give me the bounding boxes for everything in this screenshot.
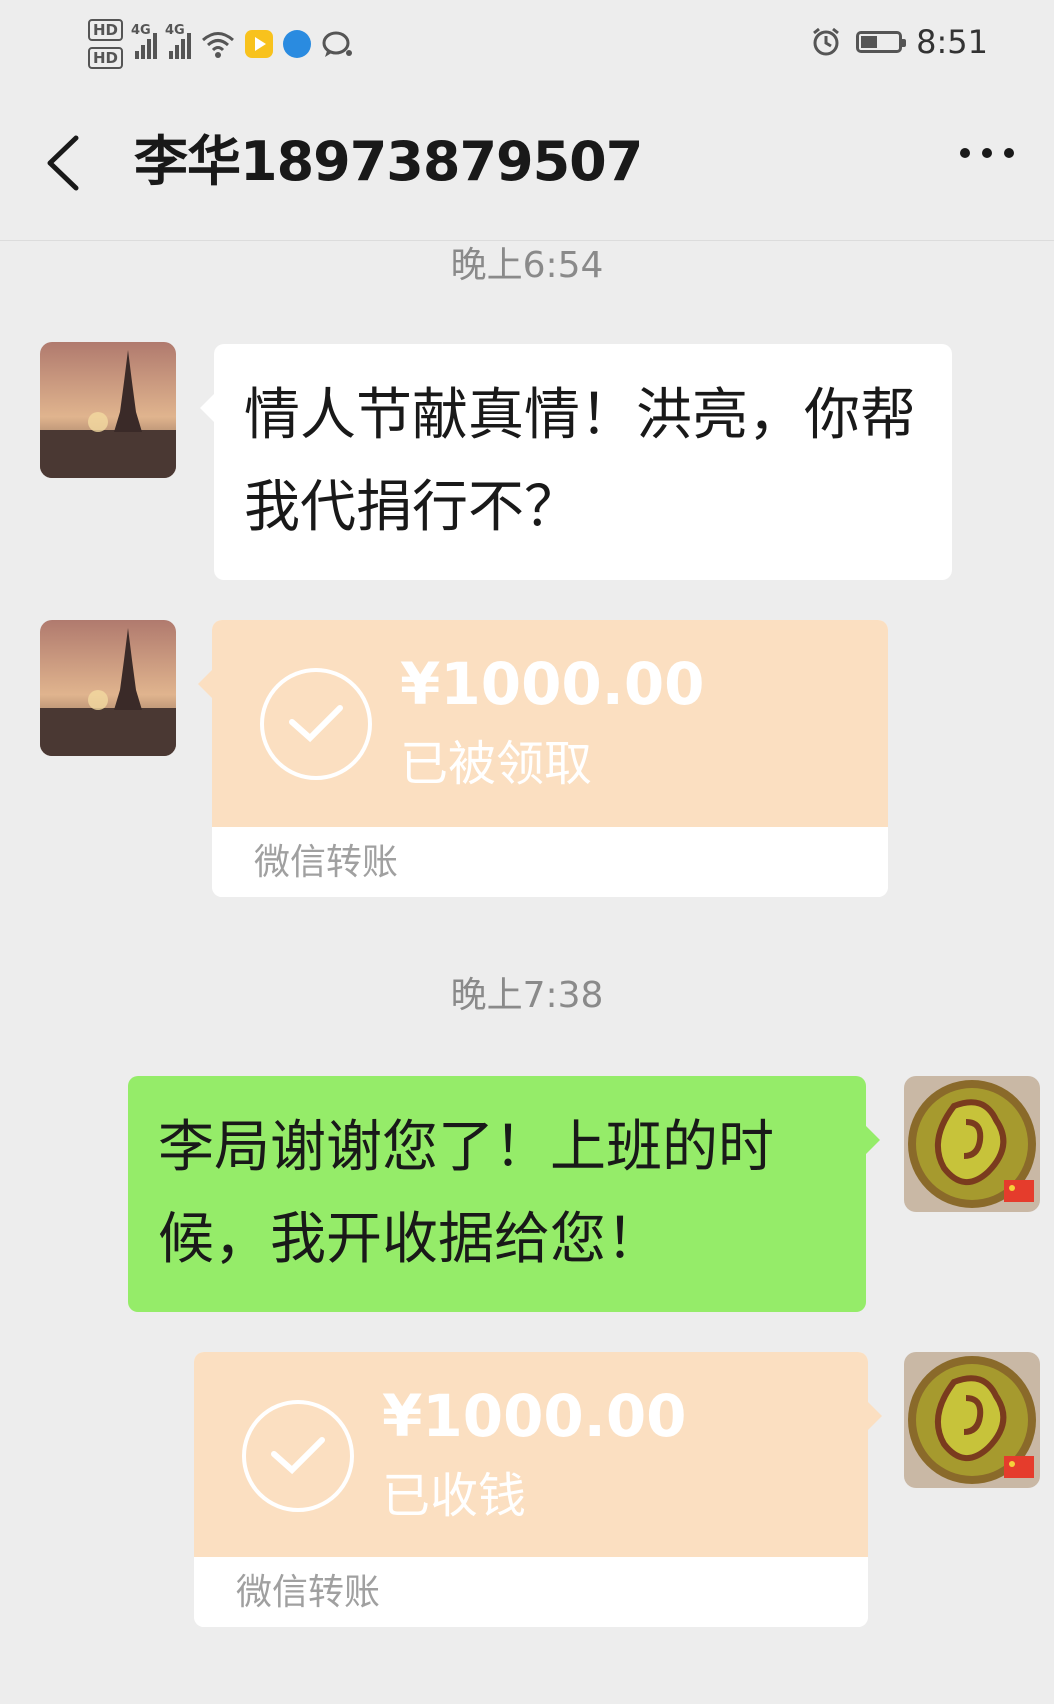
hd-indicator: HD HD [88, 19, 124, 69]
battery-icon [856, 31, 907, 53]
signal-icon: 4G [165, 23, 192, 59]
transfer-status: 已收钱 [382, 1468, 527, 1524]
transfer-card[interactable]: ¥1000.00 已收钱 微信转账 [194, 1352, 882, 1627]
contact-avatar[interactable] [40, 342, 176, 478]
chevron-left-icon [47, 135, 79, 191]
hd-icon: HD [88, 19, 124, 41]
status-bar: HD HD 4G 4G 8:51 [0, 0, 1054, 84]
transfer-footer: 微信转账 [194, 1559, 868, 1627]
video-app-icon [245, 30, 274, 58]
chat-notification-icon [322, 31, 353, 57]
message-text: 李局谢谢您了！上班的时候，我开收据给您！ [158, 1115, 774, 1272]
message-text: 情人节献真情！洪亮，你帮我代捐行不？ [244, 383, 916, 540]
status-time: 8:51 [916, 23, 988, 61]
check-circle-icon [260, 668, 372, 780]
transfer-amount: ¥1000.00 [400, 650, 705, 718]
chat-title: 李华18973879507 [134, 130, 643, 193]
contact-avatar[interactable] [40, 620, 176, 756]
transfer-amount: ¥1000.00 [382, 1382, 687, 1450]
incoming-message-bubble[interactable]: 情人节献真情！洪亮，你帮我代捐行不？ [200, 344, 952, 580]
status-right: 8:51 [810, 18, 988, 66]
user-avatar[interactable] [904, 1352, 1040, 1488]
hd-icon: HD [88, 47, 124, 69]
transfer-footer: 微信转账 [212, 829, 888, 897]
signal-icon: 4G [131, 23, 158, 59]
transfer-card[interactable]: ¥1000.00 已被领取 微信转账 [198, 620, 888, 897]
check-circle-icon [242, 1400, 354, 1512]
back-button[interactable] [40, 128, 90, 198]
outgoing-message-bubble[interactable]: 李局谢谢您了！上班的时候，我开收据给您！ [128, 1076, 880, 1312]
chat-header: 李华18973879507 [0, 84, 1054, 244]
status-left: HD HD 4G 4G [88, 14, 355, 74]
transfer-status: 已被领取 [400, 736, 593, 792]
more-dots-icon [960, 148, 970, 158]
user-avatar[interactable] [904, 1076, 1040, 1212]
timestamp: 晚上7:38 [450, 975, 604, 1016]
alarm-icon [813, 27, 840, 56]
more-button[interactable] [960, 148, 1014, 158]
browser-app-icon [283, 30, 312, 58]
timestamp: 晚上6:54 [450, 245, 604, 286]
wifi-icon [202, 32, 234, 58]
